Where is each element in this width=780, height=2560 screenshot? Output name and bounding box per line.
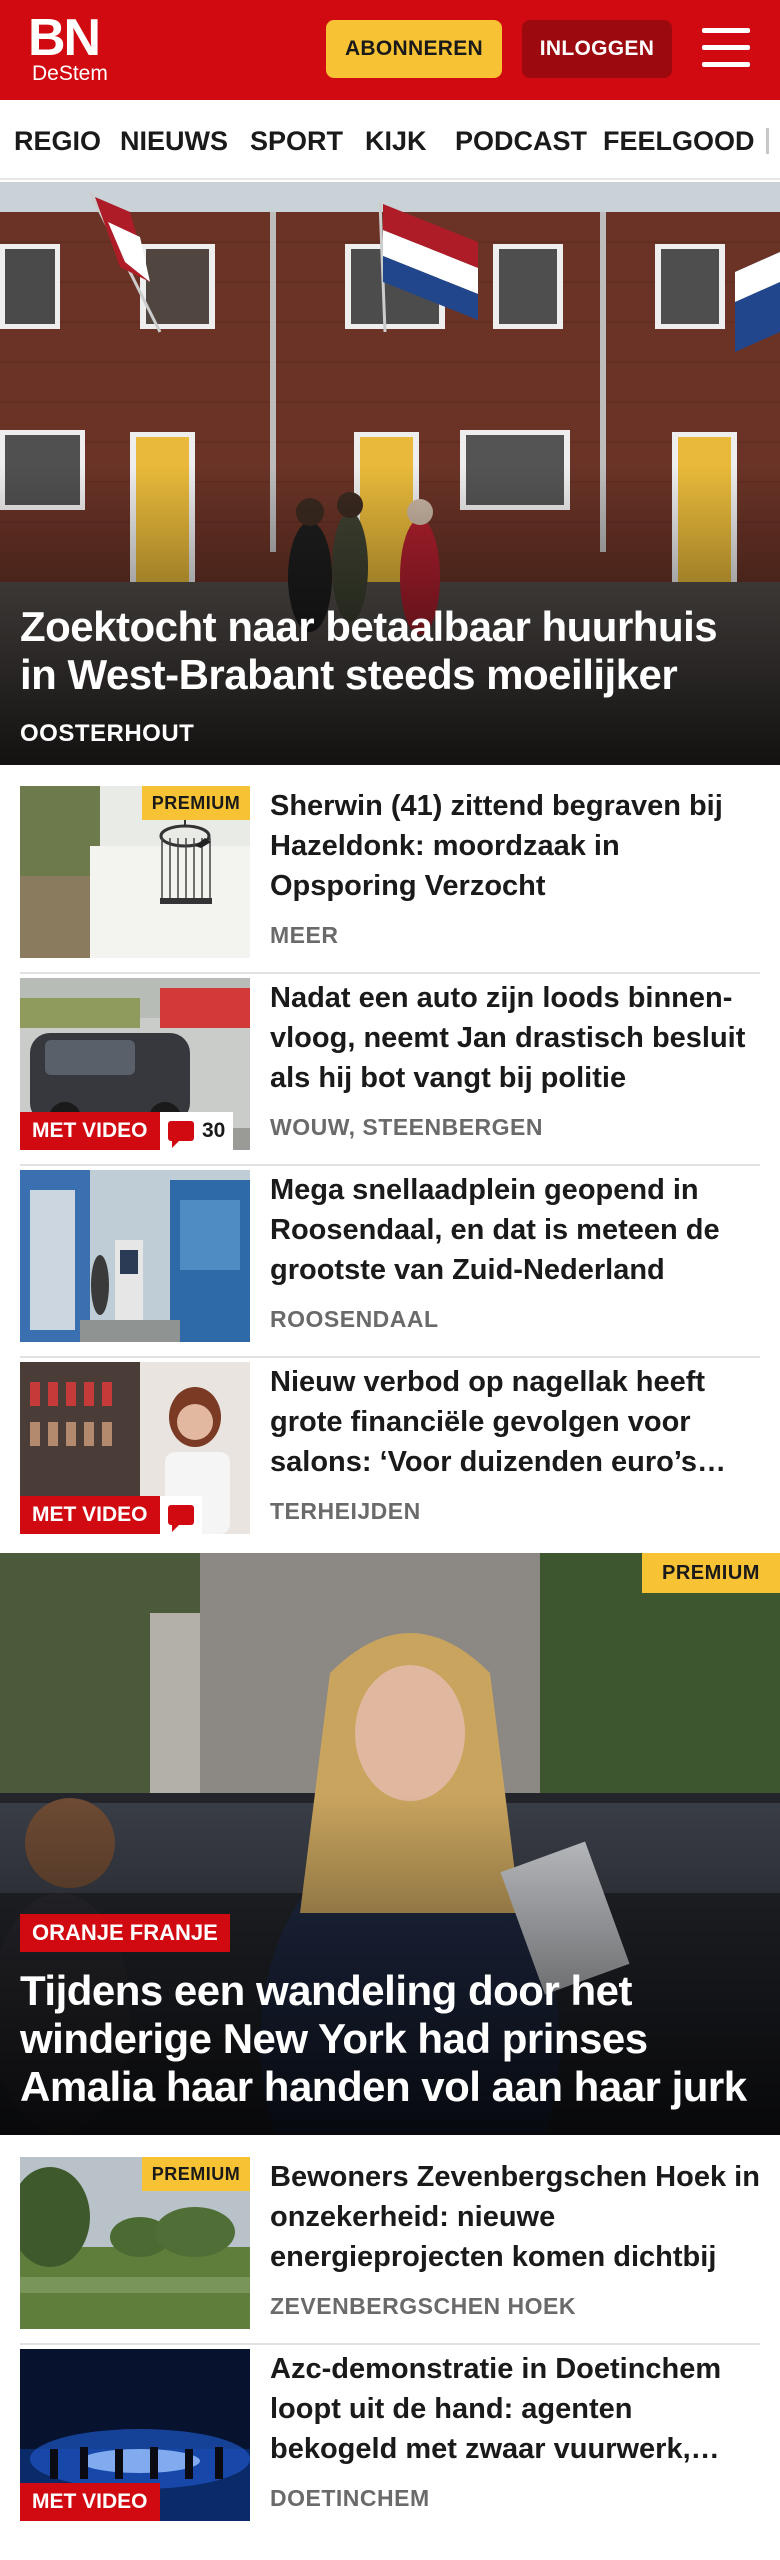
login-button[interactable]: INLOGGEN [522, 20, 672, 78]
comment-count: 30 [202, 1119, 226, 1142]
article-location: TERHEIJDEN [270, 1498, 421, 1524]
article-thumbnail: PREMIUM [20, 2157, 250, 2329]
nav-item-nieuws[interactable]: NIEUWS [120, 126, 228, 157]
subscribe-button[interactable]: ABONNEREN [326, 20, 502, 78]
article-location: WOUW, STEENBERGEN [270, 1114, 544, 1140]
site-header: BN DeStem ABONNEREN INLOGGEN [0, 0, 780, 100]
nav-item-podcast[interactable]: PODCAST [455, 126, 587, 157]
article-row[interactable]: PREMIUM Sherwin (41) zittend begraven bi… [20, 784, 760, 974]
comment-count-badge[interactable]: 30 [160, 1112, 234, 1150]
article-thumbnail: MET VIDEO [20, 2349, 250, 2521]
bn-destem-logo[interactable]: BN DeStem [28, 9, 118, 86]
premium-badge: PREMIUM [142, 2157, 250, 2191]
article-title[interactable]: Bewoners Zevenbergschen Hoek in onzekerh… [270, 2157, 760, 2277]
hero-location: OOSTERHOUT [20, 720, 195, 747]
article-row[interactable]: MET VIDEO Azc-demonstratie in Doetinchem… [20, 2347, 760, 2537]
article-location: MEER [270, 922, 339, 948]
article-row[interactable]: Mega snellaadplein geopend in Roosendaal… [20, 1168, 760, 1358]
nav-item-sport[interactable]: SPORT [250, 126, 343, 157]
hero-headline[interactable]: Zoektocht naar betaalbaar huurhuis in We… [20, 603, 756, 699]
nav-item-feelgood[interactable]: FEELGOOD [603, 126, 755, 157]
article-title[interactable]: Nieuw verbod op nagellak heeft grote fin… [270, 1362, 760, 1482]
comment-bubble-icon [168, 1121, 194, 1148]
article-thumbnail: PREMIUM [20, 786, 250, 958]
nav-item-regio[interactable]: REGIO [14, 126, 101, 157]
video-badge: MET VIDEO [20, 1496, 160, 1534]
video-badge: MET VIDEO [20, 2483, 160, 2521]
logo-sub-text: DeStem [32, 62, 108, 85]
article-row[interactable]: PREMIUM Bewoners Zevenbergschen Hoek in … [20, 2155, 760, 2345]
premium-badge: PREMIUM [642, 1553, 780, 1593]
article-thumbnail: MET VIDEO [20, 1362, 250, 1534]
section-nav: REGIO NIEUWS SPORT KIJK PODCAST FEELGOOD [0, 100, 780, 180]
article-thumbnail: MET VIDEO 30 [20, 978, 250, 1150]
premium-badge: PREMIUM [142, 786, 250, 820]
category-label[interactable]: ORANJE FRANJE [20, 1914, 230, 1952]
featured-headline[interactable]: Tijdens een wandeling door het winderige… [20, 1967, 760, 2111]
comment-bubble-icon [168, 1505, 194, 1532]
article-title[interactable]: Nadat een auto zijn loods binnen-vloog, … [270, 978, 760, 1098]
article-thumbnail [20, 1170, 250, 1342]
nav-item-kijk[interactable]: KIJK [365, 126, 427, 157]
comment-badge[interactable] [160, 1496, 202, 1534]
video-badge: MET VIDEO [20, 1112, 160, 1150]
article-row[interactable]: MET VIDEO Nieuw verbod op nagellak heeft… [20, 1360, 760, 1550]
nav-overflow-indicator [766, 128, 769, 154]
hero-article[interactable]: Zoektocht naar betaalbaar huurhuis in We… [0, 182, 780, 765]
article-title[interactable]: Azc-demonstratie in Doetinchem loopt uit… [270, 2349, 760, 2469]
article-location: DOETINCHEM [270, 2485, 430, 2511]
article-location: ZEVENBERGSCHEN HOEK [270, 2293, 576, 2319]
article-location: ROOSENDAAL [270, 1306, 439, 1332]
article-title[interactable]: Sherwin (41) zittend begraven bij Hazeld… [270, 786, 760, 906]
article-row[interactable]: MET VIDEO 30 Nadat een auto zijn loods b… [20, 976, 760, 1166]
article-title[interactable]: Mega snellaadplein geopend in Roosendaal… [270, 1170, 760, 1290]
hamburger-menu-icon[interactable] [700, 26, 752, 70]
featured-article[interactable]: PREMIUM ORANJE FRANJE Tijdens een wandel… [0, 1553, 780, 2135]
logo-main-text: BN [28, 9, 101, 67]
